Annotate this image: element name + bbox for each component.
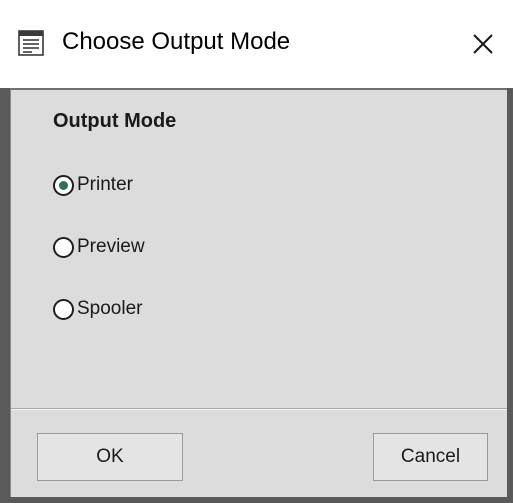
radio-spooler[interactable]: Spooler	[53, 294, 143, 324]
radio-button-selected[interactable]	[53, 174, 74, 196]
dialog-body: Output Mode Printer Preview Spooler OK C…	[10, 88, 507, 497]
radio-button[interactable]	[53, 298, 74, 320]
radio-label-preview: Preview	[77, 236, 145, 257]
close-button[interactable]	[466, 27, 500, 61]
title-bar[interactable]: Choose Output Mode	[0, 0, 513, 88]
dialog-window: Choose Output Mode Output Mode Printer P…	[0, 0, 513, 503]
group-title: Output Mode	[53, 110, 177, 132]
close-icon	[473, 34, 493, 54]
radio-printer[interactable]: Printer	[53, 170, 133, 200]
window-title: Choose Output Mode	[62, 28, 291, 55]
ok-button[interactable]: OK	[37, 433, 183, 481]
radio-label-printer: Printer	[77, 174, 133, 195]
cancel-button[interactable]: Cancel	[373, 433, 488, 481]
radio-label-spooler: Spooler	[77, 298, 143, 319]
separator	[11, 408, 507, 410]
form-window-icon	[18, 30, 44, 56]
radio-button[interactable]	[53, 236, 74, 258]
radio-preview[interactable]: Preview	[53, 232, 145, 262]
